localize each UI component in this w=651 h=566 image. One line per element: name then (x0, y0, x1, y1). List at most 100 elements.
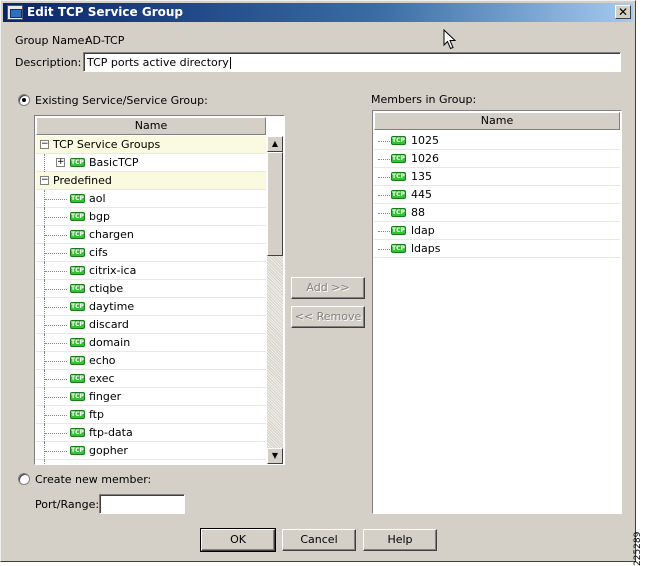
list-item-label: aol (89, 192, 106, 205)
cancel-button[interactable]: Cancel (282, 529, 356, 551)
list-item[interactable]: TCP echo (36, 352, 266, 370)
tcp-icon: TCP (391, 226, 406, 235)
member-label: ldap (411, 224, 435, 237)
create-new-member-label: Create new member: (35, 473, 152, 486)
list-item[interactable]: TCP cifs (36, 244, 266, 262)
list-item[interactable]: TCP ctiqbe (36, 280, 266, 298)
list-item[interactable]: TCP domain (36, 334, 266, 352)
edit-tcp-service-group-dialog: Edit TCP Service Group ✕ Group Name: AD-… (0, 0, 636, 562)
members-column-header[interactable]: Name (374, 112, 620, 130)
list-item[interactable]: TCP discard (36, 316, 266, 334)
remove-button[interactable]: << Remove (291, 306, 365, 328)
tree-line-icon (44, 460, 45, 464)
existing-vertical-scrollbar[interactable]: ▲ ▼ (267, 136, 283, 464)
list-item[interactable]: TCP ftp-data (36, 424, 266, 442)
title-bar[interactable]: Edit TCP Service Group ✕ (3, 3, 633, 22)
table-row[interactable]: TCP 1025 (374, 132, 620, 150)
table-row[interactable]: TCP 445 (374, 186, 620, 204)
create-new-member-radio[interactable] (18, 473, 30, 485)
list-item-label: daytime (89, 300, 135, 313)
tree-group-label: Predefined (53, 174, 112, 187)
list-item[interactable]: TCP ftp (36, 406, 266, 424)
window-title: Edit TCP Service Group (27, 5, 183, 19)
tree-line-icon (378, 141, 390, 142)
list-item-label: ftp (89, 408, 104, 421)
tcp-icon: TCP (70, 230, 85, 239)
scroll-up-button[interactable]: ▲ (267, 136, 283, 152)
tcp-icon: TCP (70, 410, 85, 419)
add-button[interactable]: Add >> (291, 277, 365, 299)
figure-code: 225289 (633, 531, 643, 566)
group-name-label: Group Name: (15, 34, 89, 47)
list-item-label: citrix-ica (89, 264, 137, 277)
tcp-icon: TCP (70, 302, 85, 311)
list-item-label: gopher (89, 444, 128, 457)
tcp-icon: TCP (391, 190, 406, 199)
list-item-label: finger (89, 390, 122, 403)
tree-line-icon (45, 289, 67, 290)
tree-line-icon (45, 325, 67, 326)
list-item-label: discard (89, 318, 129, 331)
text-caret (229, 57, 231, 69)
expand-icon[interactable]: + (56, 158, 65, 167)
tcp-icon: TCP (391, 208, 406, 217)
member-label: 1025 (411, 134, 439, 147)
tree-line-icon (45, 379, 67, 380)
list-item[interactable]: TCP daytime (36, 298, 266, 316)
list-item[interactable]: TCP exec (36, 370, 266, 388)
list-item[interactable]: TCP bgp (36, 208, 266, 226)
collapse-icon[interactable]: − (40, 140, 49, 149)
list-item[interactable]: TCP citrix-ica (36, 262, 266, 280)
list-item-label: bgp (89, 210, 110, 223)
tree-line-icon (378, 213, 390, 214)
tree-group-row[interactable]: − Predefined (36, 172, 266, 190)
member-label: 1026 (411, 152, 439, 165)
close-button[interactable]: ✕ (615, 5, 631, 19)
tree-group-row[interactable]: − TCP Service Groups (36, 136, 266, 154)
list-item[interactable]: TCP chargen (36, 226, 266, 244)
list-item[interactable]: TCP finger (36, 388, 266, 406)
existing-services-list[interactable]: Name − TCP Service Groups + TCP BasicTCP − Pre… (34, 115, 285, 465)
tcp-icon: TCP (70, 284, 85, 293)
table-row[interactable]: TCP ldap (374, 222, 620, 240)
port-range-input[interactable] (99, 494, 185, 514)
tcp-icon: TCP (70, 158, 85, 167)
list-item-label: echo (89, 354, 116, 367)
tree-group-label: TCP Service Groups (53, 138, 161, 151)
description-value: TCP ports active directory (87, 56, 229, 69)
table-row[interactable]: TCP 1026 (374, 150, 620, 168)
tree-line-icon (45, 217, 67, 218)
description-input[interactable]: TCP ports active directory (83, 52, 621, 72)
tree-line-icon (45, 343, 67, 344)
scroll-thumb[interactable] (267, 152, 283, 256)
member-label: 88 (411, 206, 425, 219)
table-row[interactable]: TCP ldaps (374, 240, 620, 258)
existing-service-radio[interactable] (18, 94, 30, 106)
tree-line-icon (44, 154, 45, 172)
tree-line-icon (45, 307, 67, 308)
tcp-icon: TCP (70, 428, 85, 437)
tcp-icon: TCP (70, 194, 85, 203)
scroll-down-button[interactable]: ▼ (267, 448, 283, 464)
list-item-label: ctiqbe (89, 282, 124, 295)
tree-line-icon (45, 415, 67, 416)
list-item[interactable]: TCP h323 (36, 460, 266, 464)
member-label: ldaps (411, 242, 441, 255)
table-row[interactable]: TCP 135 (374, 168, 620, 186)
tcp-icon: TCP (391, 172, 406, 181)
members-list[interactable]: Name TCP 1025 TCP 1026 TCP 135 TCP 445 TCP 88 TCP l… (372, 110, 622, 514)
existing-column-header[interactable]: Name (36, 117, 266, 135)
tcp-icon: TCP (70, 320, 85, 329)
ok-button[interactable]: OK (200, 528, 276, 552)
tcp-icon: TCP (70, 374, 85, 383)
list-item[interactable]: TCP aol (36, 190, 266, 208)
collapse-icon[interactable]: − (40, 176, 49, 185)
help-button[interactable]: Help (363, 529, 437, 551)
tcp-icon: TCP (70, 248, 85, 257)
list-item-label: h323 (89, 460, 117, 464)
table-row[interactable]: TCP 88 (374, 204, 620, 222)
member-label: 445 (411, 188, 432, 201)
list-item[interactable]: + TCP BasicTCP (36, 154, 266, 172)
list-item[interactable]: TCP gopher (36, 442, 266, 460)
tree-line-icon (378, 249, 390, 250)
